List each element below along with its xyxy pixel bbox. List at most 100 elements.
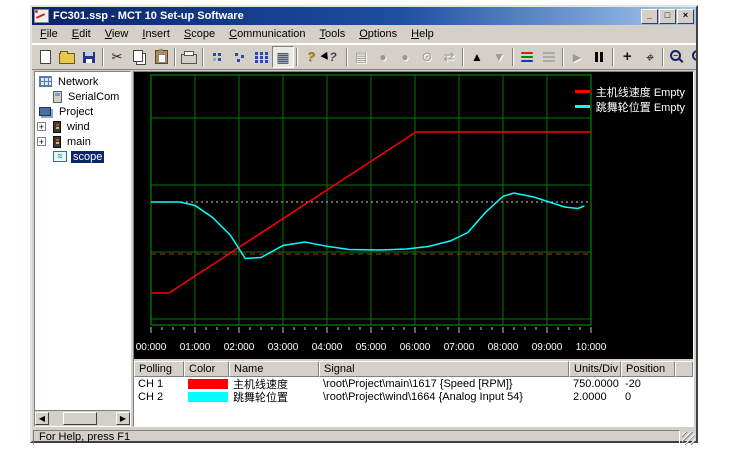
resize-grip[interactable] [682,432,695,445]
view-ids-button[interactable] [206,46,228,68]
column-header-color[interactable]: Color [184,361,229,377]
menu-view[interactable]: View [98,26,136,42]
view-scatter-icon [235,53,238,56]
column-header-position[interactable]: Position [621,361,675,377]
print-button[interactable] [178,46,200,68]
tree-expander[interactable]: + [37,137,46,146]
copy-button[interactable] [128,46,150,68]
table-row[interactable]: CH 1主机线速度\root\Project\main\1617 {Speed … [134,377,693,390]
pause-icon [595,52,598,62]
title-bar[interactable]: FC301.ssp - MCT 10 Set-up Software _ □ × [32,7,696,25]
x-tick-label: 09:000 [532,342,563,353]
table-row[interactable]: CH 2 跳舞轮位置\root\Project\wind\1664 {Analog… [134,390,693,403]
menu-bar: FileEditViewInsertScopeCommunicationTool… [32,25,696,44]
minimize-button[interactable]: _ [641,9,658,24]
write-drive-button[interactable] [416,46,438,68]
menu-insert[interactable]: Insert [135,26,177,42]
tree-item-serialcom[interactable]: SerialCom [35,89,130,104]
x-tick-label: 05:000 [356,342,387,353]
help-button[interactable] [300,46,322,68]
menu-communication[interactable]: Communication [222,26,312,42]
cut-button[interactable] [106,46,128,68]
menu-options[interactable]: Options [352,26,404,42]
legend-label: 主机线速度 Empty [596,84,685,100]
view-list-button[interactable] [250,46,272,68]
menu-tools[interactable]: Tools [313,26,353,42]
toolbar-separator [662,48,664,66]
move-down-icon [493,51,505,63]
cursor-move-button[interactable] [616,46,638,68]
legend-swatch [575,90,590,93]
column-header-signal[interactable]: Signal [319,361,569,377]
tree-item-label: main [65,136,93,148]
menu-help[interactable]: Help [404,26,441,42]
polling-cell: CH 2 [134,391,184,403]
save-button[interactable] [78,46,100,68]
name-cell: 跳舞轮位置 [229,389,319,405]
channel-color-swatch [188,379,228,389]
tree-item-project[interactable]: Project [35,104,130,119]
x-tick-label: 04:000 [312,342,343,353]
tree-expander[interactable]: + [37,122,46,131]
view-scatter-button[interactable] [228,46,250,68]
tree-item-scope[interactable]: scope [35,149,130,164]
open-button[interactable] [56,46,78,68]
tree-item-label: wind [65,121,92,133]
column-header-unitsdiv[interactable]: Units/Div [569,361,621,377]
unitsdiv-cell: 750.0000 [569,378,621,390]
move-up-button[interactable] [466,46,488,68]
tree-item-network[interactable]: Network [35,74,130,89]
toolbar-separator [296,48,298,66]
tree-item-wind[interactable]: + wind [35,119,130,134]
record-button[interactable] [394,46,416,68]
scope-waves-icon [521,52,533,54]
legend-item-0: 主机线速度 Empty [575,84,685,99]
toolbar-separator [346,48,348,66]
help-icon [307,51,315,63]
scroll-thumb[interactable] [63,412,97,425]
signal-cell: \root\Project\wind\1664 {Analog Input 54… [319,391,569,403]
main-content: NetworkSerialComProject + wind + mainscope ◀… [32,70,696,428]
new-icon [40,50,51,64]
scroll-left-button[interactable]: ◀ [35,412,49,425]
pause-button[interactable] [588,46,610,68]
x-tick-label: 01:000 [180,342,211,353]
view-table-button[interactable] [272,46,294,68]
paste-button[interactable] [150,46,172,68]
scope-lines-button[interactable] [538,46,560,68]
scroll-right-button[interactable]: ▶ [116,412,130,425]
menu-edit[interactable]: Edit [65,26,98,42]
toolbar-separator [102,48,104,66]
tree-item-main[interactable]: + main [35,134,130,149]
signal-cell: \root\Project\main\1617 {Speed [RPM]} [319,378,569,390]
color-cell [184,379,229,389]
x-tick-label: 02:000 [224,342,255,353]
scope-plot-area: 00:00001:00002:00003:00004:00005:00006:0… [134,72,693,359]
cursor-track-button[interactable] [638,46,660,68]
zoom-in-button[interactable] [688,46,696,68]
maximize-button[interactable]: □ [659,9,676,24]
tree-horizontal-scrollbar[interactable]: ◀ ▶ [35,410,130,426]
zoom-in-icon [692,50,696,61]
read-drive-button[interactable] [350,46,372,68]
zoom-out-button[interactable] [666,46,688,68]
menu-scope[interactable]: Scope [177,26,222,42]
menu-file[interactable]: File [33,26,65,42]
position-cell: -20 [621,378,675,390]
scope-waves-button[interactable] [516,46,538,68]
new-button[interactable] [34,46,56,68]
status-bar: For Help, press F1 [32,428,696,446]
context-help-button[interactable] [322,46,344,68]
polling-cell: CH 1 [134,378,184,390]
compare-icon [444,51,455,63]
cut-icon [112,51,123,63]
stop-button[interactable] [372,46,394,68]
close-button[interactable]: × [677,9,694,24]
tree-item-label: Network [56,76,100,88]
compare-button[interactable] [438,46,460,68]
play-button[interactable] [566,46,588,68]
toolbar-separator [174,48,176,66]
move-down-button[interactable] [488,46,510,68]
column-header-polling[interactable]: Polling [134,361,184,377]
play-icon [573,51,581,64]
